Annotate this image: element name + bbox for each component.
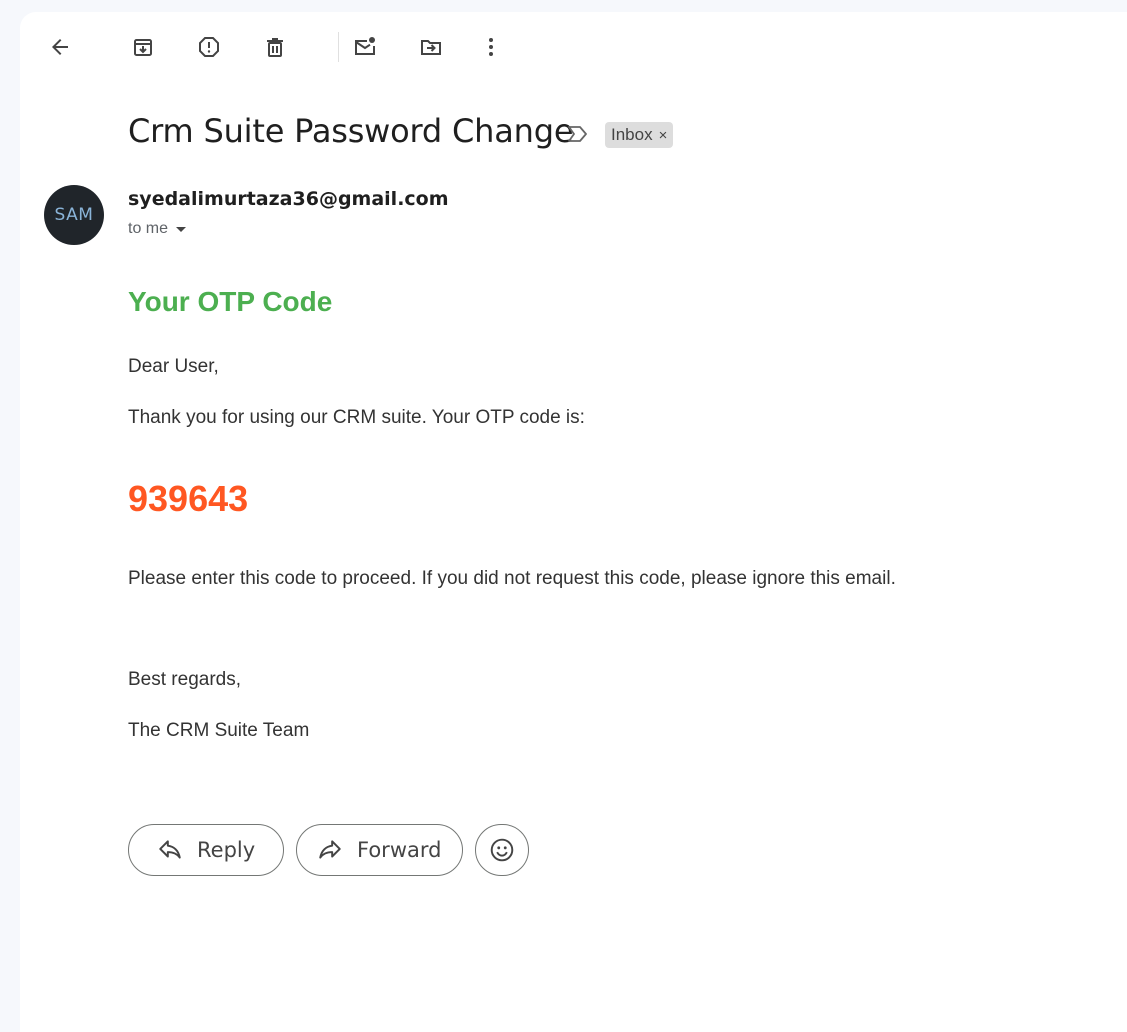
importance-marker-icon[interactable] bbox=[566, 122, 590, 146]
forward-label: Forward bbox=[357, 838, 442, 862]
recipient-label: to me bbox=[128, 220, 169, 237]
reply-icon bbox=[159, 840, 181, 859]
forward-button[interactable]: Forward bbox=[296, 824, 463, 876]
report-spam-icon[interactable] bbox=[189, 27, 229, 67]
smiley-icon bbox=[490, 838, 514, 862]
reply-button[interactable]: Reply bbox=[128, 824, 284, 876]
back-arrow-icon[interactable] bbox=[40, 27, 80, 67]
email-subject: Crm Suite Password Change bbox=[128, 112, 574, 150]
forward-icon bbox=[319, 840, 341, 859]
recipient-details[interactable]: to me bbox=[128, 220, 187, 238]
mark-unread-icon[interactable] bbox=[345, 27, 385, 67]
greeting-text: Dear User, bbox=[128, 356, 219, 377]
delete-icon[interactable] bbox=[255, 27, 295, 67]
sender-email[interactable]: syedalimurtaza36@gmail.com bbox=[128, 188, 449, 210]
move-to-icon[interactable] bbox=[411, 27, 451, 67]
otp-code: 939643 bbox=[128, 478, 249, 519]
otp-heading: Your OTP Code bbox=[128, 286, 333, 317]
remove-label-icon[interactable]: × bbox=[659, 127, 668, 144]
signature-text: The CRM Suite Team bbox=[128, 720, 310, 741]
toolbar-divider bbox=[338, 32, 339, 62]
reply-label: Reply bbox=[197, 838, 256, 862]
more-vert-icon[interactable] bbox=[471, 27, 511, 67]
emoji-reaction-button[interactable] bbox=[475, 824, 529, 876]
inbox-label: Inbox bbox=[611, 125, 653, 144]
instruction-text: Please enter this code to proceed. If yo… bbox=[128, 568, 896, 589]
intro-text: Thank you for using our CRM suite. Your … bbox=[128, 407, 585, 428]
chevron-down-icon[interactable] bbox=[176, 226, 187, 232]
archive-icon[interactable] bbox=[123, 27, 163, 67]
avatar[interactable]: SAM bbox=[44, 185, 104, 245]
email-view: Crm Suite Password Change Inbox × SAM sy… bbox=[20, 12, 1127, 1032]
inbox-label-chip: Inbox × bbox=[605, 122, 674, 148]
closing-text: Best regards, bbox=[128, 669, 241, 690]
